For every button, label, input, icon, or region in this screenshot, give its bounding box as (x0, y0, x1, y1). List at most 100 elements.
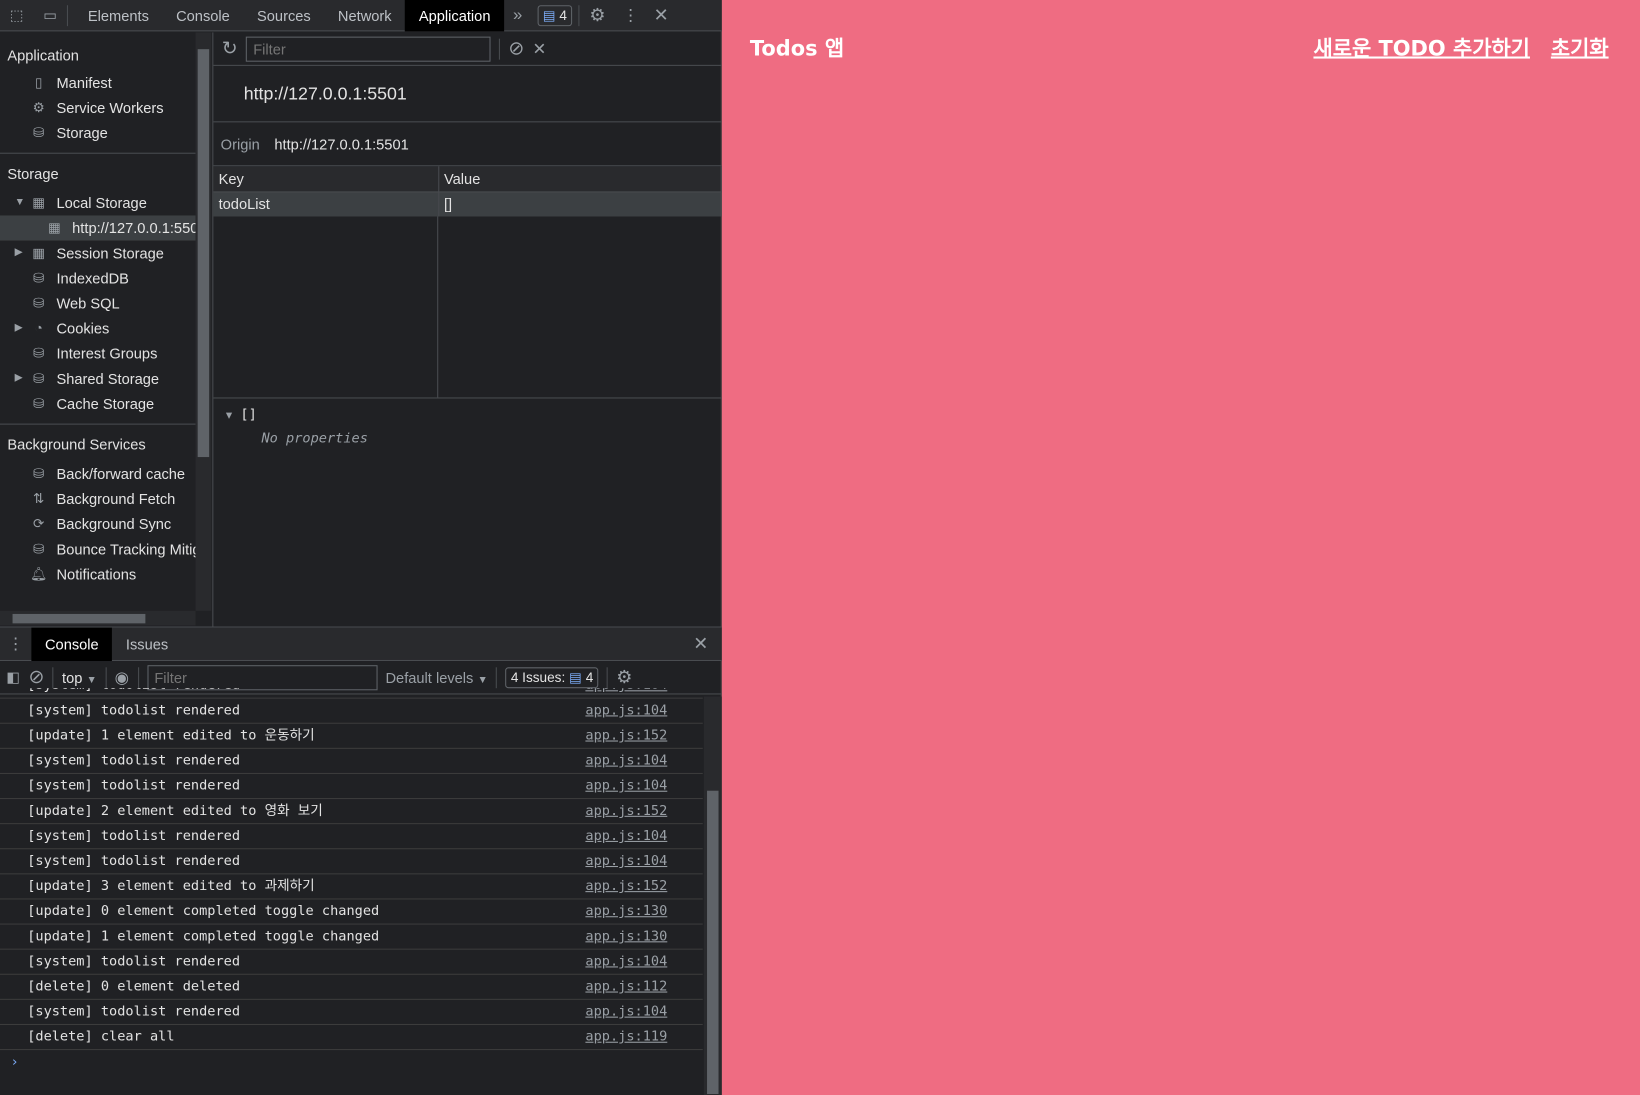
tab-application[interactable]: Application (405, 0, 505, 31)
console-scrollbar[interactable] (703, 696, 722, 1095)
sidebar-horizontal-scrollbar[interactable] (0, 610, 196, 626)
sidebar-toggle-icon[interactable]: ◧ (6, 668, 20, 686)
settings-gear-icon[interactable]: ⚙ (580, 5, 616, 26)
inspect-element-icon[interactable]: ⬚ (0, 6, 33, 24)
source-link[interactable]: app.js:104 (585, 699, 667, 724)
issues-badge[interactable]: ▤ 4 (537, 4, 573, 26)
sidebar-item-indexeddb[interactable]: ⛁ IndexedDB (0, 266, 196, 291)
source-link[interactable]: app.js:130 (585, 925, 667, 950)
sidebar-item-service-workers[interactable]: ⚙ Service Workers (0, 95, 196, 120)
console-message: [system] todolist renderedapp.js:104 (0, 824, 703, 850)
storage-panel: ↻ ⊘ ✕ http://127.0.0.1:5501 Origin http:/… (212, 32, 722, 627)
close-devtools-icon[interactable]: ✕ (646, 5, 675, 26)
console-message: [system] todolist renderedapp.js:104 (0, 699, 703, 724)
source-link[interactable]: app.js:104 (585, 950, 667, 975)
sidebar-item-local-storage[interactable]: ▼ ▦ Local Storage (0, 190, 196, 215)
source-link[interactable]: app.js:104 (585, 849, 667, 874)
storage-origin-title: http://127.0.0.1:5501 (213, 66, 722, 123)
sidebar-item-bfcache[interactable]: ⛁ Back/forward cache (0, 461, 196, 486)
source-link[interactable]: app.js:130 (585, 899, 667, 924)
console-message: [update] 3 element edited to 과제하기 app.js:… (0, 874, 703, 900)
sidebar-item-background-sync[interactable]: ⟳ Background Sync (0, 511, 196, 536)
eye-icon[interactable]: ◉ (115, 667, 130, 688)
origin-label: Origin (220, 135, 260, 153)
sidebar-item-session-storage[interactable]: ▶ ▦ Session Storage (0, 241, 196, 266)
storage-table: Key Value todoList[] (213, 166, 722, 217)
collapse-arrow-icon[interactable]: ▶ (15, 316, 23, 341)
page-title: Todos 앱 (749, 35, 845, 61)
source-link[interactable]: app.js:104 (585, 774, 667, 799)
database-icon: ⛁ (32, 395, 45, 412)
source-link[interactable]: app.js:152 (585, 724, 667, 749)
console-settings-icon[interactable]: ⚙ (616, 667, 632, 688)
refresh-icon[interactable]: ↻ (222, 38, 238, 60)
tab-elements[interactable]: Elements (74, 0, 162, 31)
database-icon: ⛁ (32, 269, 45, 286)
add-todo-link[interactable]: 새로운 TODO 추가하기 (1313, 31, 1529, 61)
tab-network[interactable]: Network (324, 0, 405, 31)
sidebar-item-manifest[interactable]: ▯ Manifest (0, 70, 196, 95)
column-key[interactable]: Key (213, 166, 439, 192)
source-link[interactable]: app.js:104 (585, 1000, 667, 1025)
source-link[interactable]: app.js:119 (585, 1025, 667, 1050)
sidebar-item-cache-storage[interactable]: ⛁ Cache Storage (0, 391, 196, 416)
sidebar-item-notifications[interactable]: 🔔︎ Notifications (0, 562, 196, 587)
sidebar-item-background-fetch[interactable]: ⇅ Background Fetch (0, 486, 196, 511)
console-message: [system] todolist renderedapp.js:104 (0, 688, 703, 699)
file-icon: ▯ (34, 74, 43, 90)
more-tabs-icon[interactable]: » (504, 6, 531, 25)
console-message: [delete] clear all app.js:119 (0, 1025, 703, 1051)
collapse-arrow-icon[interactable]: ▶ (15, 241, 23, 266)
section-storage: Storage (7, 165, 59, 182)
database-icon: ⛁ (32, 370, 45, 386)
expand-arrow-icon[interactable]: ▼ (226, 410, 232, 422)
console-prompt[interactable]: › (0, 1050, 703, 1075)
table-row[interactable]: todoList[] (213, 191, 722, 217)
sidebar-item-storage[interactable]: ⛁ Storage (0, 120, 196, 145)
log-levels-dropdown[interactable]: Default levels ▼ (385, 669, 487, 686)
issues-count-button[interactable]: 4 Issues: ▤ 4 (505, 666, 599, 688)
cookie-icon: ◔ (34, 320, 43, 336)
source-link[interactable]: app.js:152 (585, 874, 667, 899)
sidebar-item-shared-storage[interactable]: ▶ ⛁ Shared Storage (0, 366, 196, 391)
message-icon: ▤ (542, 6, 556, 23)
reset-link[interactable]: 초기화 (1551, 31, 1609, 61)
source-link[interactable]: app.js:104 (585, 824, 667, 849)
sidebar-item-bounce-tracking[interactable]: ⛁Bounce Tracking Mitigations (0, 537, 196, 562)
console-filter-input[interactable] (147, 664, 378, 690)
row-key[interactable]: todoList (213, 191, 439, 217)
sidebar-item-interest-groups[interactable]: ⛁ Interest Groups (0, 341, 196, 366)
application-sidebar: Application ▯ Manifest ⚙ Service Workers ⛁… (0, 32, 196, 610)
tab-console[interactable]: Console (162, 0, 243, 31)
clear-all-icon[interactable]: ⊘ (508, 38, 524, 60)
tab-sources[interactable]: Sources (243, 0, 324, 31)
source-link[interactable]: app.js:104 (585, 749, 667, 774)
source-link[interactable]: app.js:112 (585, 975, 667, 1000)
source-link[interactable]: app.js:104 (585, 688, 667, 698)
sidebar-vertical-scrollbar[interactable] (195, 32, 212, 611)
column-value[interactable]: Value (438, 166, 722, 192)
drawer-tab-issues[interactable]: Issues (112, 628, 182, 659)
source-link[interactable]: app.js:152 (585, 799, 667, 824)
sidebar-item-local-origin[interactable]: ▦ http://127.0.0.1:5501 (0, 215, 196, 241)
delete-selected-icon[interactable]: ✕ (533, 38, 547, 59)
expand-arrow-icon[interactable]: ▼ (15, 190, 25, 215)
table-icon: ▦ (32, 244, 46, 261)
message-icon: ▤ (569, 668, 582, 685)
drawer-menu-icon[interactable]: ⋮ (0, 633, 31, 654)
sidebar-item-cookies[interactable]: ▶ ◔ Cookies (0, 316, 196, 341)
console-drawer: ⋮ Console Issues ✕ ◧ ⊘ top ▼ ◉ Default l… (0, 626, 722, 1095)
database-icon: ⛁ (32, 465, 45, 482)
close-drawer-icon[interactable]: ✕ (680, 633, 722, 654)
clear-console-icon[interactable]: ⊘ (28, 666, 44, 688)
kebab-menu-icon[interactable]: ⋮ (615, 5, 646, 26)
storage-filter-input[interactable] (245, 36, 491, 62)
drawer-tab-console[interactable]: Console (31, 627, 113, 661)
context-selector[interactable]: top ▼ (62, 669, 97, 686)
sidebar-item-web-sql[interactable]: ⛁ Web SQL (0, 291, 196, 316)
collapse-arrow-icon[interactable]: ▶ (15, 366, 23, 391)
row-value[interactable]: [] (438, 191, 722, 217)
device-toggle-icon[interactable]: ▭ (33, 6, 66, 24)
section-application: Application (7, 47, 79, 64)
console-message: [system] todolist renderedapp.js:104 (0, 1000, 703, 1025)
